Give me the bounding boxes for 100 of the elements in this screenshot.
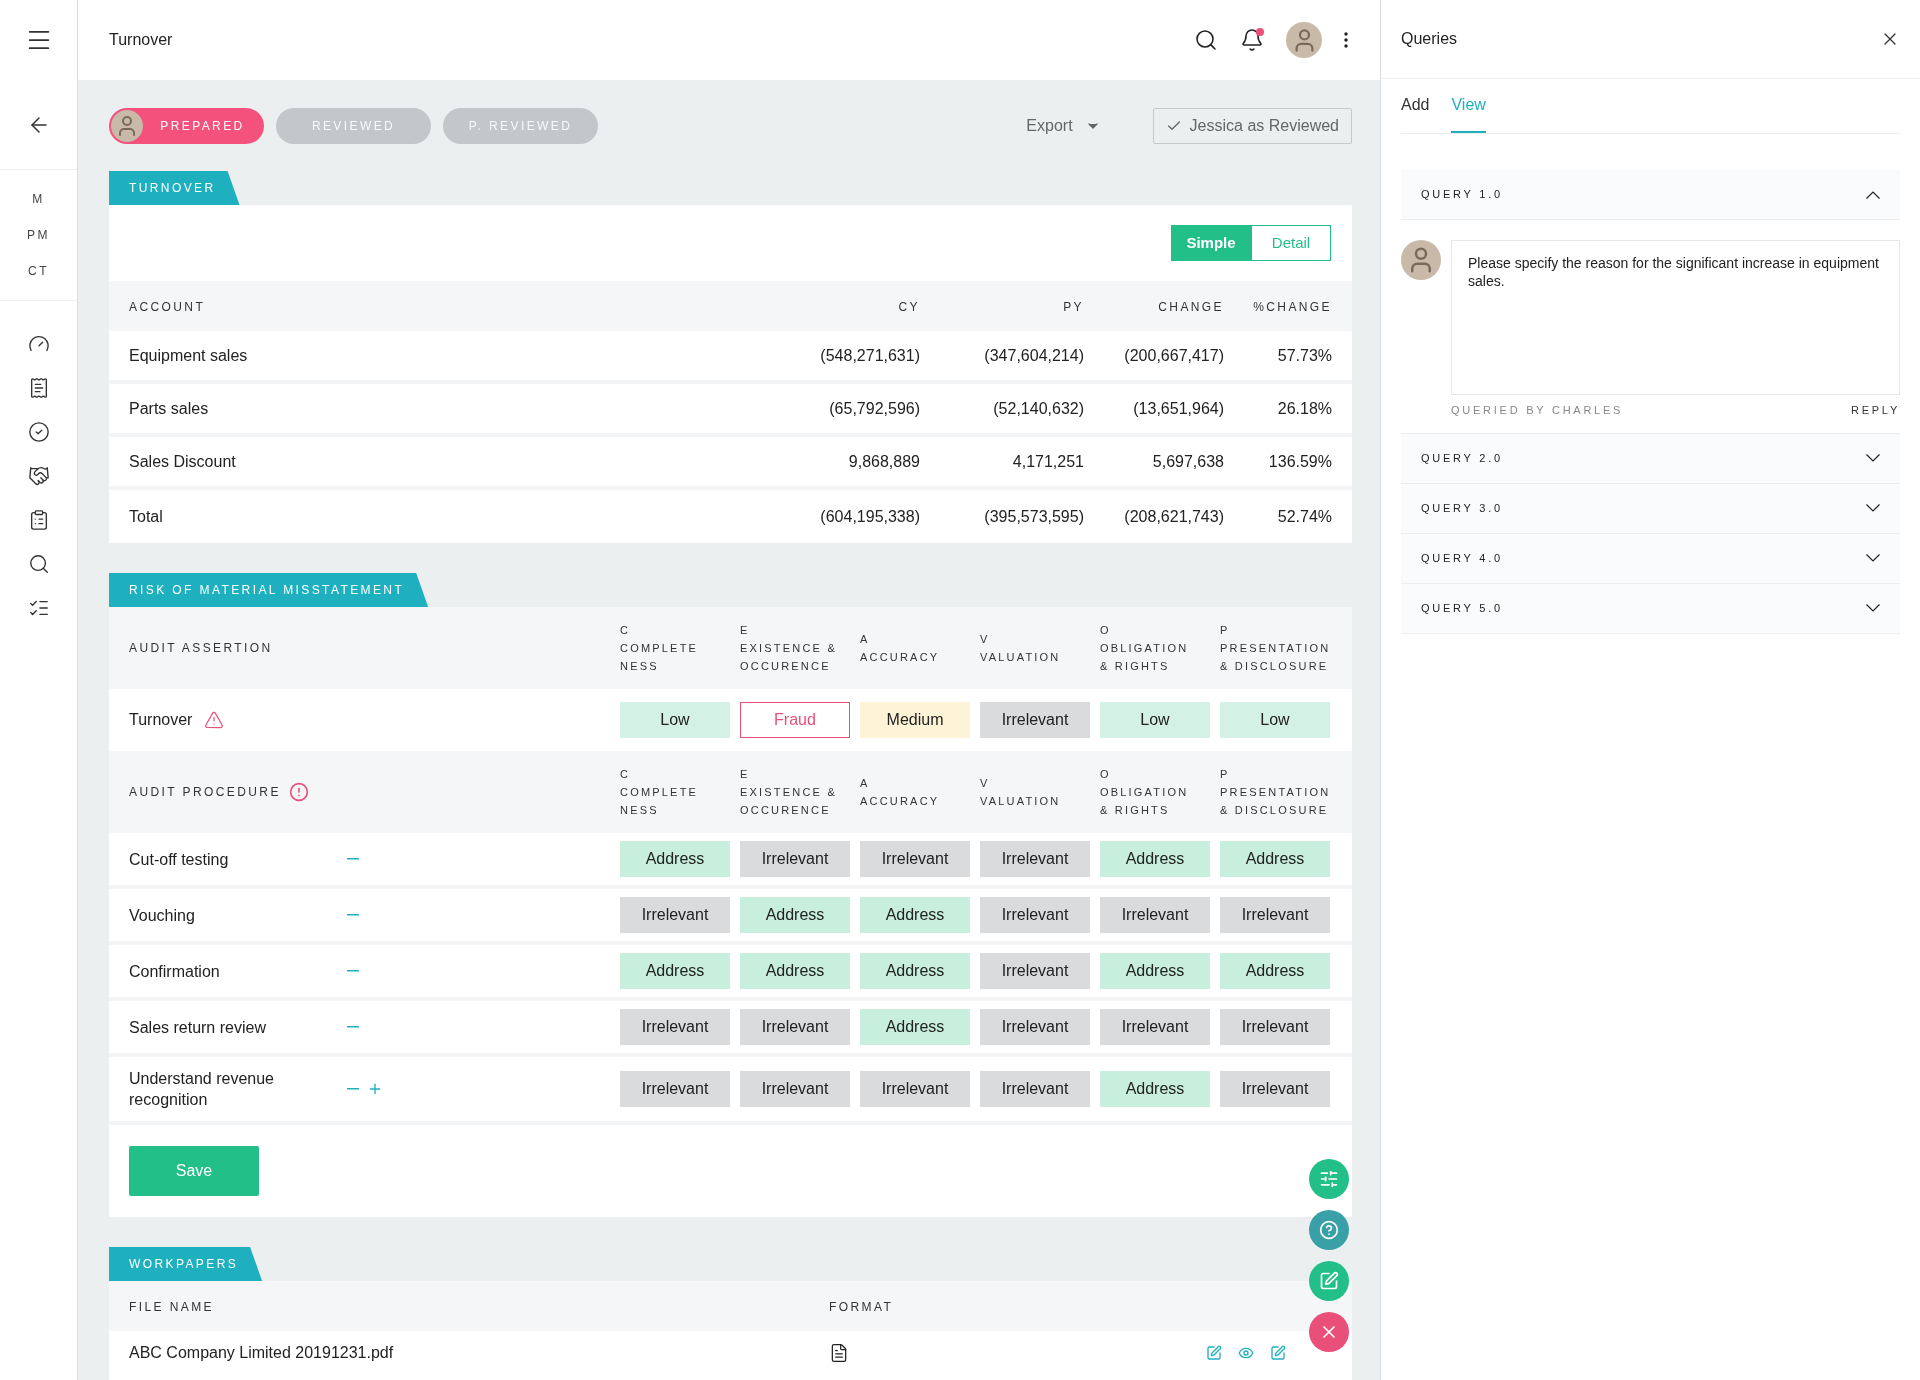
percent-cell: 26.18% [1277, 399, 1332, 417]
rating-button[interactable]: Irrelevant [1220, 1009, 1330, 1045]
amount-cell: 9,868,889 [848, 452, 920, 470]
column-header: CHANGE [1158, 300, 1224, 314]
sliders-icon [1319, 1169, 1339, 1189]
account-cell: Parts sales [129, 399, 209, 417]
rating-button[interactable]: Irrelevant [980, 897, 1090, 933]
chevron-down-icon [1866, 454, 1880, 462]
column-header: E EXISTENCE & OCCURENCE [740, 623, 838, 674]
rating-button[interactable]: Irrelevant [740, 1009, 850, 1045]
rating-button[interactable]: Irrelevant [980, 702, 1090, 738]
rating-button[interactable]: Address [1100, 841, 1210, 877]
rating-button[interactable]: Irrelevant [1100, 897, 1210, 933]
rating-button[interactable]: Low [620, 702, 730, 738]
column-header: %CHANGE [1253, 300, 1332, 314]
rating-button[interactable]: Address [740, 897, 850, 933]
review-button[interactable]: Jessica as Reviewed [1152, 107, 1352, 144]
preparer-avatar [111, 109, 143, 142]
chevron-down-icon [1866, 504, 1880, 512]
view-button[interactable] [1238, 1345, 1254, 1361]
rating-button[interactable]: Irrelevant [1100, 1009, 1210, 1045]
column-header: A ACCURACY [860, 632, 941, 665]
rating-button[interactable]: Irrelevant [1220, 897, 1330, 933]
rating-button[interactable]: Irrelevant [980, 953, 1090, 989]
rating-button[interactable]: Address [1220, 841, 1330, 877]
export-dropdown[interactable]: Export [1026, 113, 1101, 138]
rating-button[interactable]: Address [620, 953, 730, 989]
help-button[interactable] [1309, 1210, 1349, 1250]
nav-item[interactable]: PM [27, 226, 50, 244]
column-header: FORMAT [829, 1300, 894, 1314]
query-author: QUERIED BY CHARLES [1451, 403, 1624, 418]
query-header[interactable]: QUERY 4.0 [1401, 533, 1900, 584]
procedure-name: Sales return review [129, 1017, 267, 1038]
percent-cell: 52.74% [1277, 507, 1332, 525]
rating-button[interactable]: Address [860, 953, 970, 989]
panel-title: Queries [1401, 29, 1458, 49]
help-icon [1319, 1220, 1339, 1240]
rating-button[interactable]: Irrelevant [740, 841, 850, 877]
column-header: AUDIT ASSERTION [129, 640, 273, 657]
rating-button[interactable]: Irrelevant [860, 1071, 970, 1107]
rating-button[interactable]: Address [860, 1009, 970, 1045]
column-header: CY [898, 300, 920, 314]
search-icon [1194, 28, 1218, 52]
rating-button[interactable]: Fraud [740, 702, 850, 738]
search-button[interactable] [27, 553, 50, 575]
rating-button[interactable]: Low [1220, 702, 1330, 738]
amount-cell: (395,573,595) [984, 507, 1084, 525]
query-header[interactable]: QUERY 1.0 [1401, 170, 1900, 220]
rating-button[interactable]: Irrelevant [620, 897, 730, 933]
procedure-name: Vouching [129, 905, 196, 926]
column-header: FILE NAME [129, 1300, 214, 1314]
rating-button[interactable]: Address [1100, 1071, 1210, 1107]
query-header[interactable]: QUERY 5.0 [1401, 583, 1900, 634]
column-header: C COMPLETE NESS [620, 623, 700, 674]
query-header[interactable]: QUERY 2.0 [1401, 433, 1900, 484]
column-header: O OBLIGATION & RIGHTS [1100, 767, 1190, 818]
account-cell: Equipment sales [129, 346, 248, 364]
pen-icon [1206, 1345, 1222, 1361]
rating-button[interactable]: Irrelevant [620, 1071, 730, 1107]
procedure-name: Understand revenue recognition [129, 1069, 275, 1110]
bell-icon [1240, 28, 1264, 52]
nav-item[interactable]: CT [28, 262, 49, 280]
account-cell: Sales Discount [129, 452, 236, 470]
panel-tab[interactable]: Add [1401, 93, 1430, 133]
more-button[interactable] [1344, 32, 1348, 48]
rating-button[interactable]: Address [1100, 953, 1210, 989]
search-icon [27, 553, 50, 575]
handshake-button[interactable] [27, 465, 50, 487]
amount-cell: (13,651,964) [1133, 399, 1224, 417]
percent-cell: 136.59% [1268, 452, 1332, 470]
rating-button[interactable]: Irrelevant [620, 1009, 730, 1045]
search-button[interactable] [1194, 28, 1218, 52]
chevron-up-icon [1866, 190, 1880, 199]
rating-button[interactable]: Address [620, 841, 730, 877]
rating-button[interactable]: Irrelevant [740, 1071, 850, 1107]
column-header: P PRESENTATION & DISCLOSURE [1220, 623, 1332, 674]
column-header: V VALUATION [980, 632, 1062, 665]
rating-button[interactable]: Irrelevant [980, 841, 1090, 877]
rating-button[interactable]: Irrelevant [1220, 1071, 1330, 1107]
rating-button[interactable]: Irrelevant [980, 1009, 1090, 1045]
assertion-name: Turnover [129, 710, 193, 730]
rating-button[interactable]: Address [740, 953, 850, 989]
notifications-button[interactable] [1240, 28, 1264, 52]
edit-button[interactable] [1206, 1345, 1222, 1361]
reply-link[interactable]: REPLY [1851, 402, 1900, 419]
rating-button[interactable]: Address [860, 897, 970, 933]
rating-button[interactable]: Address [1220, 953, 1330, 989]
amount-cell: (200,667,417) [1124, 346, 1224, 364]
column-header: E EXISTENCE & OCCURENCE [740, 767, 838, 818]
nav-item[interactable]: M [32, 190, 45, 208]
rating-button[interactable]: Medium [860, 702, 970, 738]
rating-button[interactable]: Irrelevant [980, 1071, 1090, 1107]
edit-button[interactable] [1270, 1345, 1286, 1361]
chevron-down-icon [1866, 554, 1880, 562]
rating-button[interactable]: Low [1100, 702, 1210, 738]
amount-cell: (65,792,596) [829, 399, 920, 417]
rating-button[interactable]: Irrelevant [860, 841, 970, 877]
column-header: P PRESENTATION & DISCLOSURE [1220, 767, 1332, 818]
check-circle-button[interactable] [27, 421, 50, 443]
query-header[interactable]: QUERY 3.0 [1401, 483, 1900, 534]
